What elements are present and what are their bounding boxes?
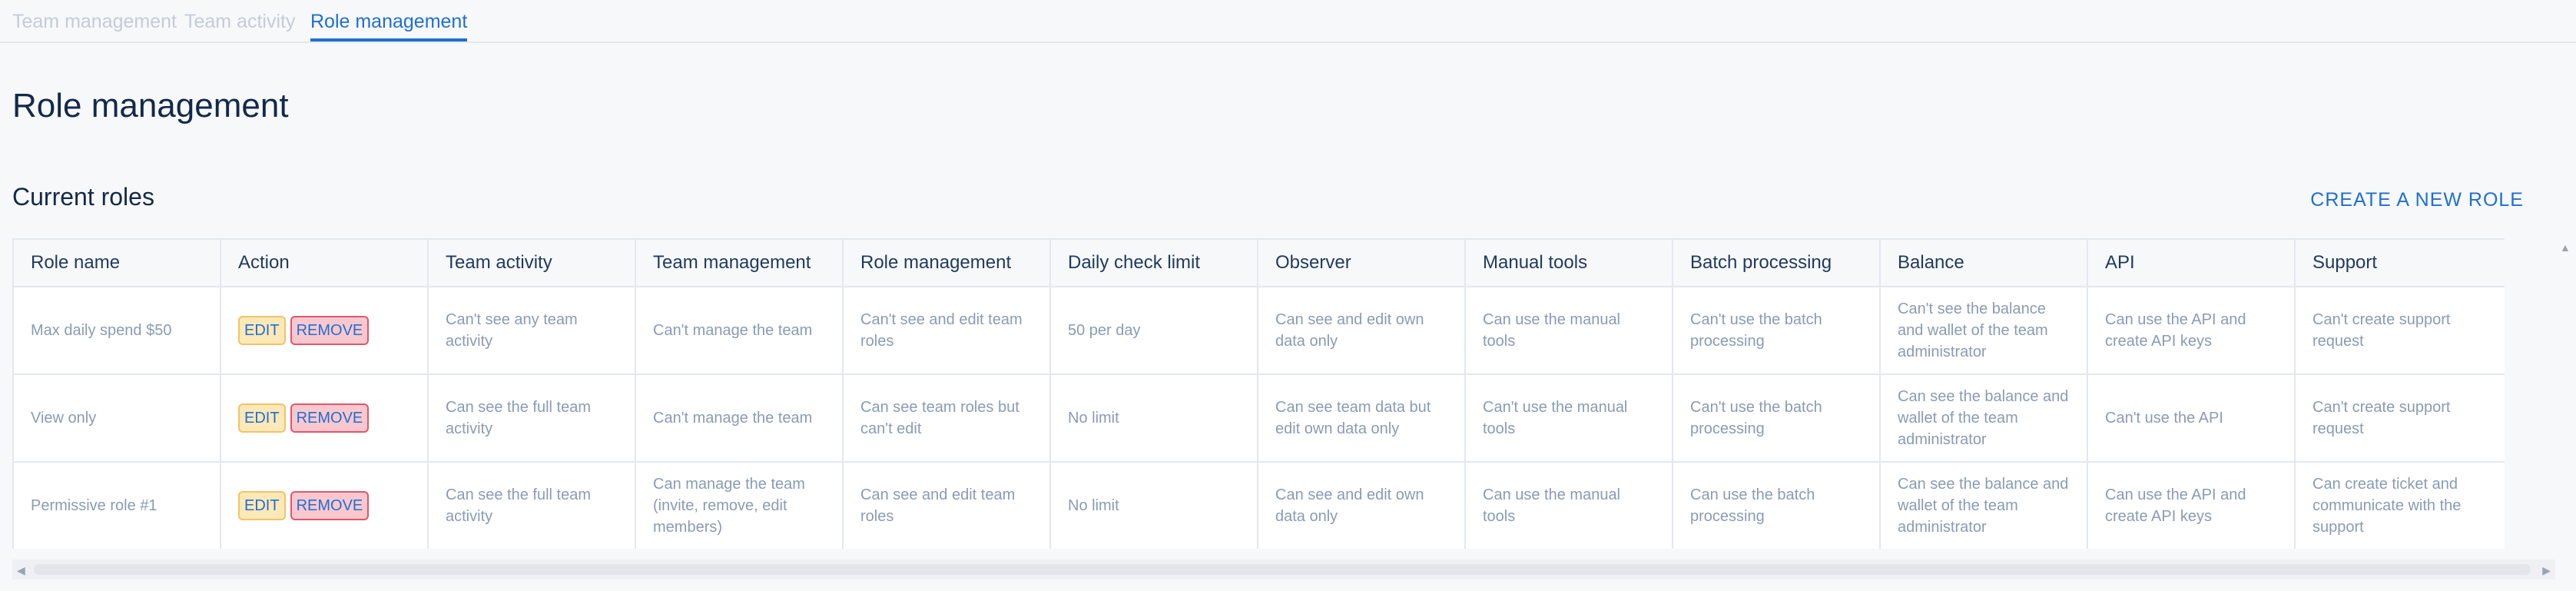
scroll-right-arrow-icon[interactable]: ▶ bbox=[2542, 564, 2551, 577]
edit-button[interactable]: EDIT bbox=[238, 491, 286, 520]
role-name-cell: Max daily spend $50 bbox=[12, 286, 221, 375]
table-cell: Can't see and edit team roles bbox=[842, 286, 1051, 375]
remove-button[interactable]: REMOVE bbox=[290, 491, 370, 520]
column-header: Role management bbox=[842, 238, 1051, 287]
column-header: Action bbox=[220, 238, 429, 287]
section-title: Current roles bbox=[12, 183, 154, 211]
column-header: Support bbox=[2294, 238, 2505, 287]
table-header-row: Role name Action Team activity Team mana… bbox=[12, 238, 2505, 287]
table-row: Permissive role #1 EDIT REMOVE Can see th… bbox=[12, 461, 2505, 549]
table-cell: Can see and edit own data only bbox=[1257, 461, 1466, 549]
column-header: Observer bbox=[1257, 238, 1466, 287]
table-cell: Can use the API and create API keys bbox=[2087, 286, 2296, 375]
edit-button[interactable]: EDIT bbox=[238, 316, 286, 345]
table-cell: Can create ticket and communicate with t… bbox=[2294, 461, 2505, 549]
tab-role-management[interactable]: Role management bbox=[310, 11, 468, 42]
action-cell: EDIT REMOVE bbox=[220, 374, 429, 463]
table-cell: Can manage the team (invite, remove, edi… bbox=[635, 461, 844, 549]
tab-team-management[interactable]: Team management bbox=[12, 11, 177, 42]
column-header: Batch processing bbox=[1672, 238, 1881, 287]
column-header: Role name bbox=[12, 238, 221, 287]
action-cell: EDIT REMOVE bbox=[220, 286, 429, 375]
action-cell: EDIT REMOVE bbox=[220, 461, 429, 549]
column-header: Manual tools bbox=[1464, 238, 1673, 287]
table-cell: Can't create support request bbox=[2294, 374, 2505, 463]
page: Team management Team activity Role manag… bbox=[0, 0, 2576, 591]
table-cell: Can't see any team activity bbox=[427, 286, 636, 375]
remove-button[interactable]: REMOVE bbox=[290, 316, 370, 345]
table-cell: Can't use the batch processing bbox=[1672, 374, 1881, 463]
table-cell: Can see the full team activity bbox=[427, 461, 636, 549]
table-cell: No limit bbox=[1049, 374, 1258, 463]
table-cell: Can't create support request bbox=[2294, 286, 2505, 375]
tab-bar: Team management Team activity Role manag… bbox=[0, 0, 2576, 43]
table-cell: Can use the API and create API keys bbox=[2087, 461, 2296, 549]
table-cell: Can see and edit team roles bbox=[842, 461, 1051, 549]
column-header: Team activity bbox=[427, 238, 636, 287]
table-cell: Can use the manual tools bbox=[1464, 286, 1673, 375]
table-cell: Can't use the manual tools bbox=[1464, 374, 1673, 463]
table-cell: Can see team data but edit own data only bbox=[1257, 374, 1466, 463]
horizontal-scrollbar[interactable]: ◀ ▶ bbox=[12, 559, 2555, 579]
column-header: Daily check limit bbox=[1049, 238, 1258, 287]
table-cell: Can use the manual tools bbox=[1464, 461, 1673, 549]
table-cell: Can see the balance and wallet of the te… bbox=[1879, 374, 2088, 463]
table-cell: Can see the balance and wallet of the te… bbox=[1879, 461, 2088, 549]
roles-table-container: Role name Action Team activity Team mana… bbox=[12, 238, 2505, 549]
table-cell: Can't manage the team bbox=[635, 286, 844, 375]
edit-button[interactable]: EDIT bbox=[238, 403, 286, 433]
table-cell: Can see the full team activity bbox=[427, 374, 636, 463]
page-title: Role management bbox=[12, 87, 289, 125]
create-role-button[interactable]: CREATE A NEW ROLE bbox=[2310, 189, 2524, 211]
table-cell: Can't use the API bbox=[2087, 374, 2296, 463]
column-header: Balance bbox=[1879, 238, 2088, 287]
table-cell: Can see team roles but can't edit bbox=[842, 374, 1051, 463]
scrollbar-thumb[interactable] bbox=[34, 564, 2531, 575]
role-name-cell: View only bbox=[12, 374, 221, 463]
table-row: View only EDIT REMOVE Can see the full te… bbox=[12, 374, 2505, 463]
table-cell: 50 per day bbox=[1049, 286, 1258, 375]
vertical-scrollbar[interactable]: ▲ bbox=[2555, 238, 2576, 561]
table-row: Max daily spend $50 EDIT REMOVE Can't see… bbox=[12, 286, 2505, 375]
table-cell: No limit bbox=[1049, 461, 1258, 549]
roles-table: Role name Action Team activity Team mana… bbox=[12, 238, 2505, 549]
table-cell: Can see and edit own data only bbox=[1257, 286, 1466, 375]
table-cell: Can't see the balance and wallet of the … bbox=[1879, 286, 2088, 375]
scroll-left-arrow-icon[interactable]: ◀ bbox=[17, 564, 25, 577]
column-header: API bbox=[2087, 238, 2296, 287]
table-cell: Can't use the batch processing bbox=[1672, 286, 1881, 375]
table-cell: Can't manage the team bbox=[635, 374, 844, 463]
column-header: Team management bbox=[635, 238, 844, 287]
tab-team-activity[interactable]: Team activity bbox=[184, 11, 295, 42]
remove-button[interactable]: REMOVE bbox=[290, 403, 370, 433]
role-name-cell: Permissive role #1 bbox=[12, 461, 221, 549]
scroll-up-arrow-icon[interactable]: ▲ bbox=[2560, 241, 2571, 254]
table-cell: Can use the batch processing bbox=[1672, 461, 1881, 549]
